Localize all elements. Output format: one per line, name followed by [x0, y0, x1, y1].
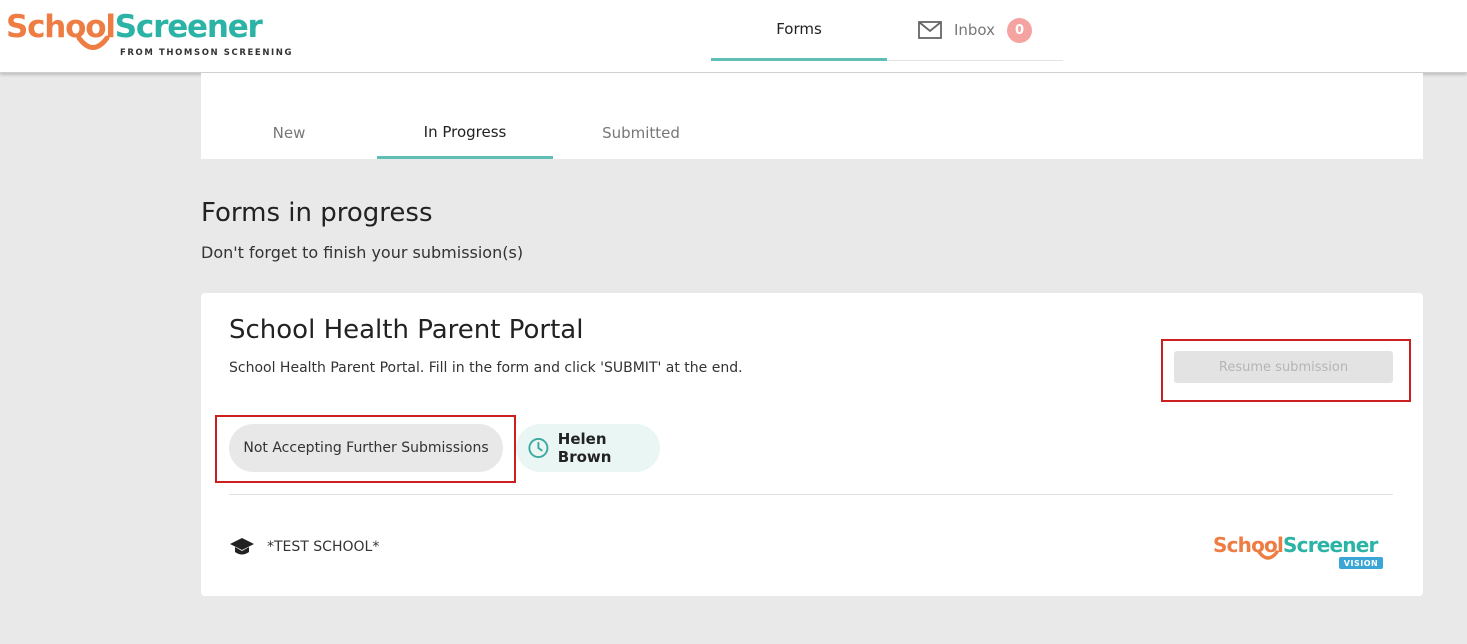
- form-card: School Health Parent Portal School Healt…: [201, 293, 1423, 596]
- user-name: Helen Brown: [557, 430, 612, 466]
- nav-tab-forms-label: Forms: [776, 20, 822, 38]
- tab-new[interactable]: New: [201, 107, 377, 159]
- card-divider: [229, 494, 1393, 495]
- logo-tagline: FROM THOMSON SCREENING: [120, 48, 294, 58]
- vision-tag: VISION: [1339, 557, 1383, 569]
- top-bar: SchoolScreener FROM THOMSON SCREENING Fo…: [0, 0, 1467, 73]
- form-card-title: School Health Parent Portal: [229, 315, 584, 345]
- nav-tab-forms[interactable]: Forms: [711, 0, 887, 61]
- page-subtitle: Don't forget to finish your submission(s…: [201, 243, 524, 262]
- school-row: *TEST SCHOOL*: [229, 536, 379, 558]
- graduation-cap-icon: [230, 538, 254, 555]
- forms-tabs-panel: New In Progress Submitted: [201, 73, 1423, 159]
- tab-in-progress[interactable]: In Progress: [377, 107, 553, 159]
- mail-icon: [918, 21, 942, 39]
- user-chip: Helen Brown: [516, 424, 660, 472]
- schoolscreener-vision-logo: SchoolScreener VISION: [1213, 533, 1388, 571]
- logo-screener-text: Screener: [114, 9, 263, 45]
- clock-icon: [528, 438, 549, 458]
- logo-smile-icon: [76, 35, 110, 50]
- tab-submitted[interactable]: Submitted: [553, 107, 729, 159]
- resume-submission-button[interactable]: Resume submission: [1174, 351, 1393, 383]
- vision-logo-screener-text: Screener: [1283, 533, 1378, 557]
- nav-tab-inbox[interactable]: Inbox 0: [887, 0, 1063, 61]
- form-card-description: School Health Parent Portal. Fill in the…: [229, 360, 743, 376]
- school-name: *TEST SCHOOL*: [267, 539, 380, 555]
- page-title: Forms in progress: [201, 198, 433, 228]
- nav-tab-inbox-label: Inbox: [953, 21, 996, 39]
- schoolscreener-logo[interactable]: SchoolScreener FROM THOMSON SCREENING: [6, 8, 292, 64]
- status-badge: Not Accepting Further Submissions: [229, 424, 503, 472]
- inbox-count-badge: 0: [1007, 17, 1033, 43]
- vision-logo-smile-icon: [1257, 550, 1279, 560]
